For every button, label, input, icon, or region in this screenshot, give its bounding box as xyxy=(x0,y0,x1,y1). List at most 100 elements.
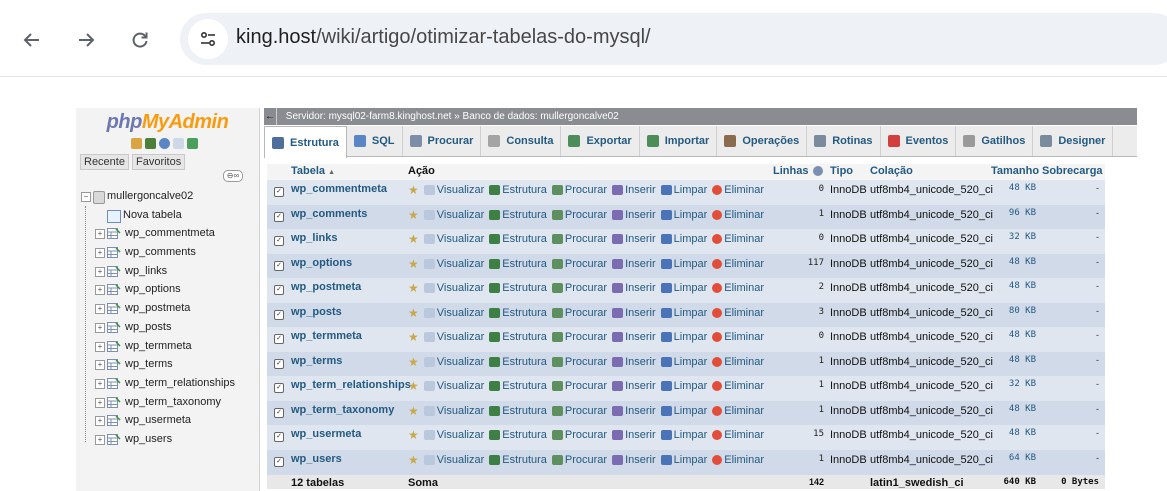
tree-table-name[interactable]: wp_comments xyxy=(125,246,196,258)
tree-table-item[interactable]: + wp_term_taxonomy xyxy=(81,394,251,413)
action-structure-link[interactable]: Estrutura xyxy=(489,184,547,196)
table-name-link[interactable]: wp_termmeta xyxy=(291,330,362,342)
new-table-label[interactable]: Nova tabela xyxy=(123,209,182,221)
tree-table-item[interactable]: + wp_commentmeta xyxy=(81,225,251,244)
tab-designer[interactable]: Designer xyxy=(1033,126,1114,156)
expand-icon[interactable]: + xyxy=(95,434,105,445)
action-search-link[interactable]: Procurar xyxy=(551,307,607,319)
action-empty-link[interactable]: Limpar xyxy=(660,331,707,343)
row-checkbox[interactable]: ✓ xyxy=(274,334,284,345)
collapse-icon[interactable]: − xyxy=(81,192,91,202)
row-size[interactable]: 64 KB xyxy=(979,453,1036,463)
action-structure-link[interactable]: Estrutura xyxy=(489,356,547,368)
expand-icon[interactable]: + xyxy=(95,360,105,371)
table-name-link[interactable]: wp_term_taxonomy xyxy=(291,404,394,416)
favorite-star-icon[interactable]: ★ xyxy=(408,380,419,392)
tree-table-item[interactable]: + wp_terms xyxy=(81,356,251,375)
action-search-link[interactable]: Procurar xyxy=(551,184,607,196)
action-drop-link[interactable]: Eliminar xyxy=(712,380,764,392)
action-empty-link[interactable]: Limpar xyxy=(660,307,707,319)
collapse-all-button[interactable]: ⊖∞ xyxy=(223,170,243,182)
tree-database[interactable]: − mullergoncalve02 xyxy=(81,188,251,207)
tab-search[interactable]: Procurar xyxy=(403,126,482,156)
row-checkbox[interactable]: ✓ xyxy=(274,285,284,296)
tree-table-item[interactable]: + wp_postmeta xyxy=(81,300,251,319)
tab-query[interactable]: Consulta xyxy=(481,126,562,156)
action-search-link[interactable]: Procurar xyxy=(551,454,607,466)
expand-icon[interactable]: + xyxy=(95,416,105,427)
row-checkbox[interactable]: ✓ xyxy=(274,457,284,468)
row-size[interactable]: 48 KB xyxy=(979,355,1036,365)
tree-table-item[interactable]: + wp_links xyxy=(81,263,251,282)
tree-table-item[interactable]: + wp_users xyxy=(81,431,251,450)
action-search-link[interactable]: Procurar xyxy=(551,233,607,245)
site-info-button[interactable] xyxy=(188,19,228,59)
expand-icon[interactable]: + xyxy=(95,322,105,333)
action-insert-link[interactable]: Inserir xyxy=(612,258,656,270)
action-structure-link[interactable]: Estrutura xyxy=(489,233,547,245)
action-structure-link[interactable]: Estrutura xyxy=(489,258,547,270)
tab-operations[interactable]: Operações xyxy=(717,126,808,156)
action-insert-link[interactable]: Inserir xyxy=(612,380,656,392)
action-insert-link[interactable]: Inserir xyxy=(612,282,656,294)
action-insert-link[interactable]: Inserir xyxy=(612,307,656,319)
action-search-link[interactable]: Procurar xyxy=(551,209,607,221)
back-button[interactable] xyxy=(14,22,50,58)
tab-events[interactable]: Eventos xyxy=(881,126,957,156)
row-size[interactable]: 48 KB xyxy=(979,428,1036,438)
action-drop-link[interactable]: Eliminar xyxy=(712,258,764,270)
action-drop-link[interactable]: Eliminar xyxy=(712,282,764,294)
tree-table-item[interactable]: + wp_options xyxy=(81,281,251,300)
favorite-star-icon[interactable]: ★ xyxy=(408,233,419,245)
col-rows[interactable]: Linhas xyxy=(773,165,808,177)
settings-icon[interactable] xyxy=(187,138,198,149)
row-size[interactable]: 48 KB xyxy=(979,281,1036,291)
row-size[interactable]: 32 KB xyxy=(979,379,1036,389)
action-drop-link[interactable]: Eliminar xyxy=(712,233,764,245)
action-structure-link[interactable]: Estrutura xyxy=(489,429,547,441)
favorite-star-icon[interactable]: ★ xyxy=(408,454,419,466)
action-drop-link[interactable]: Eliminar xyxy=(712,331,764,343)
col-size[interactable]: Tamanho xyxy=(991,165,1039,177)
action-browse-link[interactable]: Visualizar xyxy=(423,282,484,294)
favorite-star-icon[interactable]: ★ xyxy=(408,258,419,270)
action-structure-link[interactable]: Estrutura xyxy=(489,307,547,319)
action-search-link[interactable]: Procurar xyxy=(551,380,607,392)
reload-button[interactable] xyxy=(122,22,158,58)
action-browse-link[interactable]: Visualizar xyxy=(423,429,484,441)
favorites-tab[interactable]: Favoritos xyxy=(131,154,186,170)
col-collation[interactable]: Colação xyxy=(870,165,913,177)
tab-structure[interactable]: Estrutura xyxy=(264,126,347,158)
action-structure-link[interactable]: Estrutura xyxy=(489,380,547,392)
col-overhead[interactable]: Sobrecarga xyxy=(1042,165,1103,177)
action-search-link[interactable]: Procurar xyxy=(551,331,607,343)
table-name-link[interactable]: wp_commentmeta xyxy=(291,183,387,195)
forward-button[interactable] xyxy=(68,22,104,58)
tree-table-item[interactable]: + wp_posts xyxy=(81,319,251,338)
action-empty-link[interactable]: Limpar xyxy=(660,405,707,417)
tree-table-name[interactable]: wp_commentmeta xyxy=(125,227,215,239)
home-icon[interactable] xyxy=(131,138,142,149)
action-browse-link[interactable]: Visualizar xyxy=(423,184,484,196)
action-empty-link[interactable]: Limpar xyxy=(660,233,707,245)
action-search-link[interactable]: Procurar xyxy=(551,282,607,294)
action-empty-link[interactable]: Limpar xyxy=(660,380,707,392)
collapse-nav-icon[interactable]: ← xyxy=(264,108,277,125)
row-checkbox[interactable]: ✓ xyxy=(274,309,284,320)
action-search-link[interactable]: Procurar xyxy=(551,405,607,417)
action-structure-link[interactable]: Estrutura xyxy=(489,405,547,417)
tree-table-name[interactable]: wp_term_relationships xyxy=(125,377,235,389)
action-empty-link[interactable]: Limpar xyxy=(660,282,707,294)
action-empty-link[interactable]: Limpar xyxy=(660,258,707,270)
favorite-star-icon[interactable]: ★ xyxy=(408,307,419,319)
favorite-star-icon[interactable]: ★ xyxy=(408,429,419,441)
row-size[interactable]: 48 KB xyxy=(979,404,1036,414)
table-name-link[interactable]: wp_term_relationships xyxy=(291,379,411,391)
tree-table-name[interactable]: wp_termmeta xyxy=(125,340,192,352)
action-browse-link[interactable]: Visualizar xyxy=(423,331,484,343)
help-icon[interactable] xyxy=(813,166,823,176)
tree-table-item[interactable]: + wp_termmeta xyxy=(81,338,251,357)
favorite-star-icon[interactable]: ★ xyxy=(408,331,419,343)
action-search-link[interactable]: Procurar xyxy=(551,258,607,270)
action-insert-link[interactable]: Inserir xyxy=(612,233,656,245)
